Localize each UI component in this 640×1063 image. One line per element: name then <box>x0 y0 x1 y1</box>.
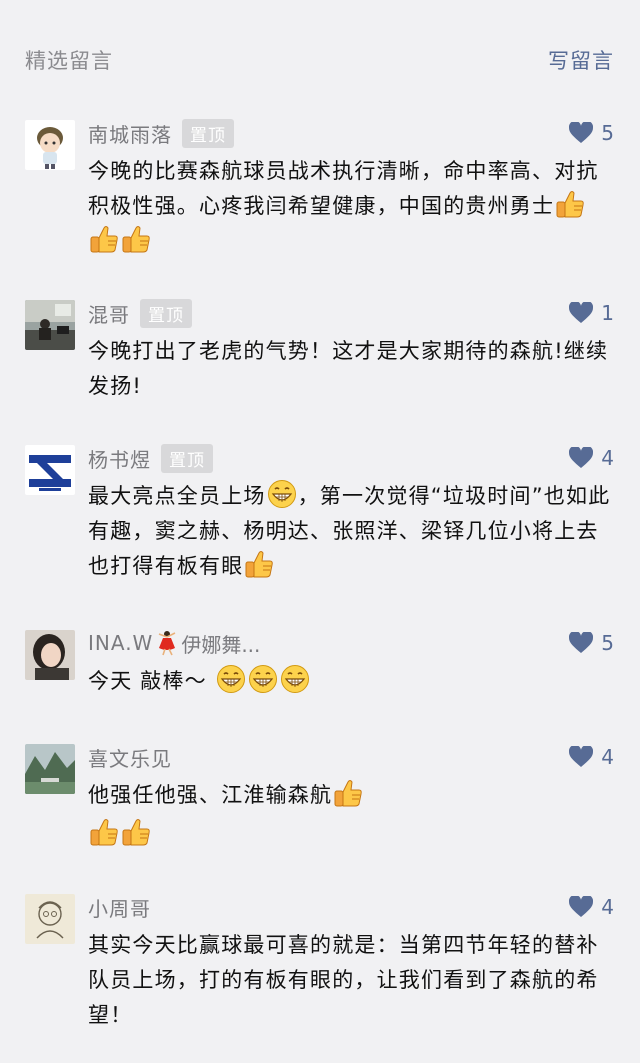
thumbs-up-icon <box>555 189 585 219</box>
like-count: 4 <box>601 895 614 919</box>
thumbs-up-icon <box>89 817 119 847</box>
like-count: 5 <box>601 631 614 655</box>
grin-icon <box>216 664 246 694</box>
avatar[interactable] <box>25 445 75 495</box>
comment-text: 他强任他强、江淮输森航 <box>88 778 616 852</box>
comment-author[interactable]: 喜文乐见 <box>88 743 172 772</box>
thumbs-up-icon <box>121 817 151 847</box>
grin-icon <box>267 479 297 509</box>
comment-body: 最大亮点全员上场 <box>88 484 266 508</box>
like-button[interactable]: 4 <box>569 744 614 770</box>
comment-text: 今晚打出了老虎的气势！这才是大家期待的森航!继续发扬! <box>88 334 616 404</box>
thumbs-up-icon <box>121 224 151 254</box>
cartoon-avatar-icon <box>25 120 75 170</box>
avatar[interactable] <box>25 630 75 680</box>
comments-header: 精选留言 写留言 <box>25 45 614 75</box>
comment-author[interactable]: 杨书煜 <box>88 444 151 473</box>
portrait-avatar-icon <box>25 630 75 680</box>
like-count: 5 <box>601 121 614 145</box>
like-button[interactable]: 1 <box>569 300 614 326</box>
comment-text: 最大亮点全员上场 ，第一次觉得“垃圾时间”也如此有趣，窦之赫、杨明达、张照洋、梁铎… <box>88 479 616 584</box>
heart-icon <box>569 896 593 918</box>
comment-body: 他强任他强、江淮输森航 <box>88 783 333 807</box>
grin-icon <box>280 664 310 694</box>
like-button[interactable]: 4 <box>569 445 614 471</box>
comment-text: 今天 敲棒～ <box>88 664 616 699</box>
like-count: 4 <box>601 745 614 769</box>
office-photo-avatar-icon <box>25 300 75 350</box>
comment-body: 今天 敲棒～ <box>88 669 207 693</box>
grin-icon <box>248 664 278 694</box>
heart-icon <box>569 122 593 144</box>
like-button[interactable]: 5 <box>569 630 614 656</box>
landscape-avatar-icon <box>25 744 75 794</box>
comment-text: 其实今天比赢球最可喜的就是：当第四节年轻的替补队员上场，打的有板有眼的，让我们看… <box>88 928 616 1033</box>
avatar[interactable] <box>25 120 75 170</box>
like-count: 1 <box>601 301 614 325</box>
avatar[interactable] <box>25 744 75 794</box>
pinned-badge: 置顶 <box>161 443 213 473</box>
like-button[interactable]: 5 <box>569 120 614 146</box>
comment-author-rest: 伊娜舞... <box>181 632 261 657</box>
dancer-icon <box>159 631 176 656</box>
thumbs-up-icon <box>89 224 119 254</box>
write-comment-button[interactable]: 写留言 <box>548 45 614 75</box>
like-button[interactable]: 4 <box>569 894 614 920</box>
heart-icon <box>569 447 593 469</box>
comment-body: 今晚打出了老虎的气势！这才是大家期待的森航!继续发扬! <box>88 339 609 398</box>
sketch-avatar-icon <box>25 894 75 944</box>
comment-body: 其实今天比赢球最可喜的就是：当第四节年轻的替补队员上场，打的有板有眼的，让我们看… <box>88 933 599 1027</box>
heart-icon <box>569 632 593 654</box>
heart-icon <box>569 302 593 324</box>
comment-author[interactable]: INA.W <box>88 631 153 655</box>
like-count: 4 <box>601 446 614 470</box>
comment-body: 今晚的比赛森航球员战术执行清晰，命中率高、对抗积极性强。心疼我闫希望健康，中国的… <box>88 159 599 218</box>
thumbs-up-icon <box>333 778 363 808</box>
thumbs-up-icon <box>244 549 274 579</box>
pinned-badge: 置顶 <box>182 118 234 148</box>
logo-avatar-icon <box>25 445 75 495</box>
heart-icon <box>569 746 593 768</box>
comment-author[interactable]: 小周哥 <box>88 893 151 922</box>
avatar[interactable] <box>25 894 75 944</box>
comment-author[interactable]: 南城雨落 <box>88 119 172 148</box>
comment-author[interactable]: 混哥 <box>88 299 130 328</box>
comment-text: 今晚的比赛森航球员战术执行清晰，命中率高、对抗积极性强。心疼我闫希望健康，中国的… <box>88 154 616 259</box>
avatar[interactable] <box>25 300 75 350</box>
pinned-badge: 置顶 <box>140 298 192 328</box>
section-title: 精选留言 <box>25 49 113 73</box>
